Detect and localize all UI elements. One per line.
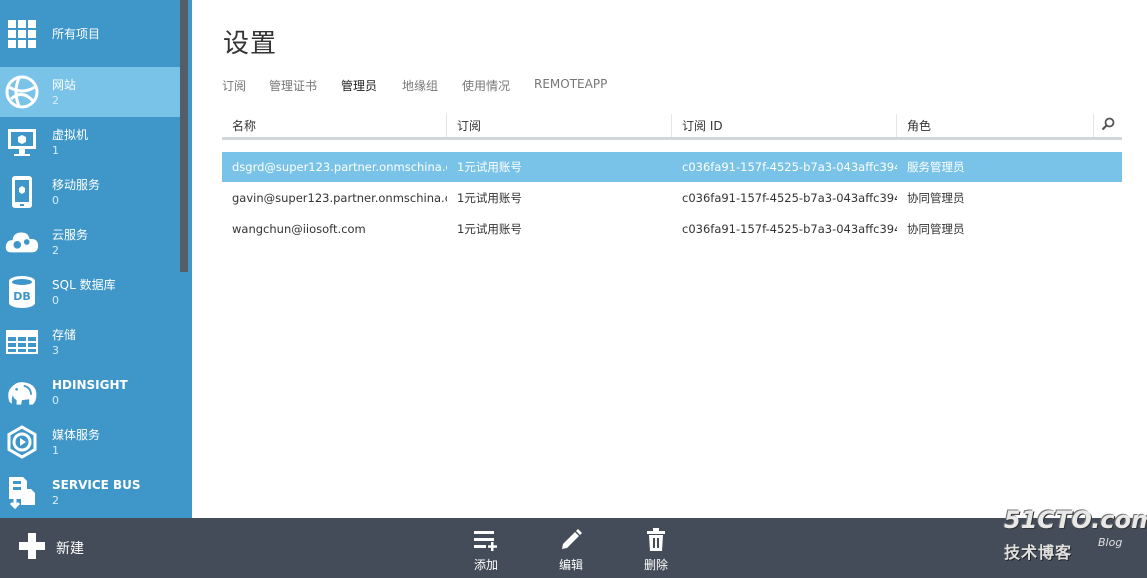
sidebar-item-label: 所有项目	[52, 27, 101, 41]
edit-button-label: 编辑	[558, 558, 583, 572]
globe-icon	[4, 75, 40, 109]
column-header-name[interactable]: 名称	[222, 114, 447, 137]
cell-role: 服务管理员	[907, 160, 965, 174]
sidebar-item-all-items[interactable]: 所有项目	[0, 9, 180, 59]
monitor-icon	[4, 125, 40, 159]
cell-name: wangchun@iiosoft.com	[232, 222, 366, 236]
cloud-gear-icon	[4, 225, 40, 259]
sidebar-item-mobile-services[interactable]: 移动服务 0	[0, 167, 180, 217]
sidebar-item-storage[interactable]: 存储 3	[0, 317, 180, 367]
add-list-icon	[461, 526, 511, 554]
tab-management-certificates[interactable]: 管理证书	[269, 77, 317, 94]
tab-usage[interactable]: 使用情况	[462, 77, 510, 94]
sidebar-item-label: SQL 数据库	[52, 278, 116, 292]
watermark-blog: Blog	[1098, 536, 1123, 549]
sidebar-item-count: 2	[52, 94, 59, 107]
add-button-label: 添加	[473, 558, 498, 572]
table-row[interactable]: gavin@super123.partner.onmschina.cn 1元试用…	[222, 183, 1122, 213]
sidebar: 所有项目 网站 2 虚拟机 1 移动服务 0 云服务 2 DB SQL 数据库 …	[0, 0, 192, 518]
plus-icon	[18, 532, 46, 564]
sidebar-item-hdinsight[interactable]: HDINSIGHT 0	[0, 367, 180, 417]
watermark-logo: 51CTO.com 技术博客 Blog	[1000, 506, 1147, 566]
search-icon	[1101, 116, 1115, 135]
sidebar-item-label: 网站	[52, 78, 77, 92]
sidebar-item-websites[interactable]: 网站 2	[0, 67, 180, 117]
page-title: 设置	[223, 29, 278, 59]
cell-subscription-id: c036fa91-157f-4525-b7a3-043affc39474	[682, 222, 897, 236]
tab-administrators[interactable]: 管理员	[341, 77, 377, 94]
cell-role: 协同管理员	[907, 191, 965, 205]
add-button[interactable]: 添加	[461, 526, 511, 572]
cell-name: dsgrd@super123.partner.onmschina.cn	[232, 160, 447, 174]
column-header-subscription-id[interactable]: 订阅 ID	[672, 114, 897, 137]
svg-text:DB: DB	[13, 290, 31, 303]
sidebar-item-count: 2	[52, 244, 59, 257]
play-icon	[4, 425, 40, 459]
table-search-button[interactable]	[1094, 114, 1122, 137]
command-bar: 新建 添加 编辑 删除	[0, 518, 1147, 578]
cell-subscription: 1元试用账号	[457, 222, 522, 236]
sidebar-item-label: 云服务	[52, 228, 89, 242]
column-header-subscription[interactable]: 订阅	[447, 114, 672, 137]
tab-remoteapp[interactable]: REMOTEAPP	[534, 77, 607, 91]
watermark-sub: 技术博客	[1004, 543, 1073, 562]
table-row[interactable]: dsgrd@super123.partner.onmschina.cn 1元试用…	[222, 152, 1122, 182]
table-icon	[4, 325, 40, 359]
cell-subscription: 1元试用账号	[457, 160, 522, 174]
sidebar-item-label: 媒体服务	[52, 428, 101, 442]
sidebar-item-media-services[interactable]: 媒体服务 1	[0, 417, 180, 467]
sidebar-scrollbar[interactable]	[180, 0, 188, 272]
sidebar-item-service-bus[interactable]: SERVICE BUS 2	[0, 467, 180, 517]
table-header: 名称 订阅 订阅 ID 角色	[222, 114, 1122, 140]
tab-subscriptions[interactable]: 订阅	[222, 77, 246, 94]
cell-subscription: 1元试用账号	[457, 191, 522, 205]
sidebar-item-count: 1	[52, 144, 59, 157]
sidebar-item-count: 1	[52, 444, 59, 457]
sidebar-item-count: 0	[52, 294, 59, 307]
delete-button-label: 删除	[643, 558, 668, 572]
table-row[interactable]: wangchun@iiosoft.com 1元试用账号 c036fa91-157…	[222, 214, 1122, 244]
mobile-icon	[4, 175, 40, 209]
service-bus-icon	[4, 475, 40, 509]
new-button[interactable]: 新建	[18, 532, 84, 564]
cell-subscription-id: c036fa91-157f-4525-b7a3-043affc39474	[682, 191, 897, 205]
cell-role: 协同管理员	[907, 222, 965, 236]
main-content: 设置 订阅 管理证书 管理员 地缘组 使用情况 REMOTEAPP 名称 订阅 …	[192, 0, 1147, 518]
column-header-role[interactable]: 角色	[897, 114, 1094, 137]
edit-button[interactable]: 编辑	[546, 526, 596, 572]
sidebar-item-label: HDINSIGHT	[52, 378, 128, 392]
sidebar-item-sql-database[interactable]: DB SQL 数据库 0	[0, 267, 180, 317]
tab-affinity-groups[interactable]: 地缘组	[402, 77, 438, 94]
sidebar-item-label: 存储	[52, 328, 77, 342]
watermark-main: 51CTO.com	[1004, 506, 1147, 534]
cell-name: gavin@super123.partner.onmschina.cn	[232, 191, 447, 205]
sidebar-item-cloud-services[interactable]: 云服务 2	[0, 217, 180, 267]
sidebar-item-label: SERVICE BUS	[52, 478, 141, 492]
sidebar-item-label: 虚拟机	[52, 128, 89, 142]
sidebar-item-label: 移动服务	[52, 178, 101, 192]
sidebar-item-count: 2	[52, 494, 59, 507]
trash-icon	[631, 526, 681, 554]
azure-portal: 所有项目 网站 2 虚拟机 1 移动服务 0 云服务 2 DB SQL 数据库 …	[0, 0, 1147, 578]
pencil-icon	[546, 526, 596, 554]
sidebar-item-count: 3	[52, 344, 59, 357]
delete-button[interactable]: 删除	[631, 526, 681, 572]
database-icon: DB	[4, 275, 40, 309]
cell-subscription-id: c036fa91-157f-4525-b7a3-043affc39474	[682, 160, 897, 174]
sidebar-item-count: 0	[52, 194, 59, 207]
elephant-icon	[4, 375, 40, 409]
grid-icon	[4, 17, 40, 51]
new-button-label: 新建	[56, 541, 84, 557]
sidebar-item-count: 0	[52, 394, 59, 407]
sidebar-item-virtual-machines[interactable]: 虚拟机 1	[0, 117, 180, 167]
